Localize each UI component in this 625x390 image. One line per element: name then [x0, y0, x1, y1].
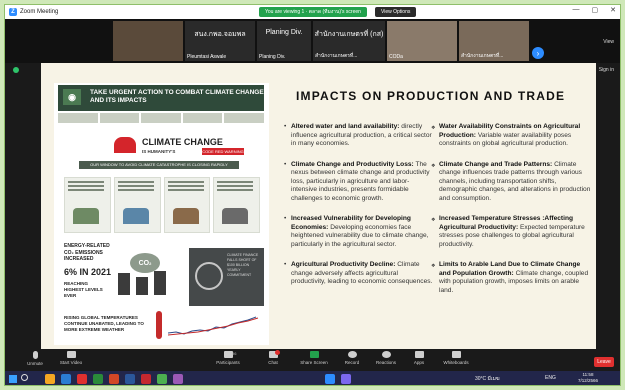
infographic-bars [58, 113, 264, 123]
apps-icon [414, 351, 424, 358]
next-page-arrow-icon[interactable]: › [532, 47, 544, 59]
rising-temperatures-text: RISING GLOBAL TEMPERATURES CONTINUE UNAB… [64, 315, 144, 332]
participant-tile[interactable]: Planing Div. Planing Div. [257, 21, 311, 61]
taskbar-app-icon[interactable] [77, 374, 87, 384]
sign-in-link[interactable]: Sign in [599, 67, 614, 73]
windows-taskbar: 30°C มีเมฆ ENG 11:58 7/12/2566 [5, 371, 620, 385]
participant-tile[interactable]: สำนักงานเกษตรที่... [459, 21, 529, 61]
taskbar-app-icon[interactable] [341, 374, 351, 384]
whiteboards-button[interactable]: Whiteboards [438, 351, 474, 365]
powerpoint-icon[interactable] [109, 374, 119, 384]
acrobat-icon[interactable] [141, 374, 151, 384]
list-item: Agricultural Productivity Decline: Clima… [283, 261, 433, 287]
file-explorer-icon[interactable] [45, 374, 55, 384]
apps-button[interactable]: Apps [401, 351, 437, 365]
participant-tile[interactable]: สนง.กพอ.จอมพล Pleumtasi Aswale [185, 21, 255, 61]
search-icon[interactable] [21, 374, 28, 381]
slide-heading: IMPACTS ON PRODUCTION AND TRADE [296, 89, 566, 103]
climate-finance-box: CLIMATE FINANCE FALLS SHORT OF $100 BILL… [189, 248, 264, 306]
word-icon[interactable] [125, 374, 135, 384]
sdg-infographic: ◉ TAKE URGENT ACTION TO COMBAT CLIMATE C… [54, 83, 269, 345]
infographic-header: ◉ TAKE URGENT ACTION TO COMBAT CLIMATE C… [58, 85, 264, 111]
emissions-text: ENERGY-RELATED CO₂ EMISSIONS INCREASED [64, 243, 110, 262]
emissions-percent: 6% IN 2021 [64, 267, 112, 277]
smiley-icon [381, 351, 391, 358]
windows-start-icon[interactable] [9, 375, 17, 383]
thermometer-icon [156, 311, 162, 339]
language-indicator[interactable]: ENG [545, 375, 556, 381]
whiteboard-icon [451, 351, 461, 358]
unread-badge [275, 350, 280, 355]
meeting-toolbar: Unmute Start Video 96 Participants Chat S… [5, 349, 620, 371]
window-closing-text: OUR WINDOW TO AVOID CLIMATE CATASTROPHE … [79, 161, 239, 169]
strip-view-button[interactable]: View [603, 39, 614, 45]
temperature-graph-icon [168, 316, 259, 336]
view-options-button[interactable]: View Options [375, 7, 417, 17]
left-impacts-list: Altered water and land availability: dir… [283, 123, 433, 299]
list-item: Climate Change and Trade Patterns: Clima… [431, 161, 591, 204]
leave-button[interactable]: Leave [594, 357, 614, 367]
share-screen-icon [309, 351, 319, 358]
record-button[interactable]: Record [334, 351, 370, 365]
climate-change-title: CLIMATE CHANGE [142, 137, 223, 147]
reactions-button[interactable]: Reactions [368, 351, 404, 365]
zoom-window: Z Zoom Meeting You are viewing 1 · ตลาด … [4, 4, 621, 386]
edge-browser-icon[interactable] [61, 374, 71, 384]
taskbar-app-icon[interactable] [173, 374, 183, 384]
list-item: Water Availability Constraints on Agricu… [431, 123, 591, 149]
list-item: Altered water and land availability: dir… [283, 123, 433, 149]
title-bar: Z Zoom Meeting You are viewing 1 · ตลาด … [5, 5, 620, 19]
participants-button[interactable]: 96 Participants [210, 351, 246, 365]
impact-boxes [64, 177, 260, 233]
code-red-badge: CODE RED WARNING [202, 148, 244, 155]
chat-button[interactable]: Chat [255, 350, 291, 365]
microphone-icon [32, 351, 38, 359]
minimize-button[interactable]: — [573, 6, 580, 14]
taskbar-clock[interactable]: 11:58 7/12/2566 [578, 372, 598, 384]
participant-tile[interactable] [113, 21, 183, 61]
close-button[interactable]: ✕ [610, 6, 616, 14]
alarm-icon [114, 137, 136, 153]
list-item: Climate Change and Productivity Loss: Th… [283, 161, 433, 204]
weather-text[interactable]: 30°C มีเมฆ [475, 375, 500, 383]
taskbar-app-icon[interactable] [157, 374, 167, 384]
zoom-logo-icon: Z [9, 8, 17, 16]
status-dot-icon [13, 67, 19, 73]
shared-screen: ◉ TAKE URGENT ACTION TO COMBAT CLIMATE C… [41, 63, 596, 349]
window-controls: — ▢ ✕ [573, 6, 617, 14]
unmute-button[interactable]: Unmute [17, 351, 53, 366]
coin-icon [195, 262, 223, 290]
participant-tile[interactable]: CODa [387, 21, 457, 61]
participant-tile[interactable]: สำนักงานเกษตรที่ (กส) สำนักงานเกษตรที่..… [313, 21, 385, 61]
share-screen-button[interactable]: Share Screen [296, 351, 332, 365]
video-camera-icon [66, 351, 76, 358]
eye-icon: ◉ [63, 89, 81, 105]
zoom-taskbar-icon[interactable] [325, 374, 335, 384]
participant-strip: สนง.กพอ.จอมพล Pleumtasi Aswale Planing D… [5, 19, 620, 63]
factory-co2-icon: CO 2 [112, 253, 178, 295]
start-video-button[interactable]: Start Video [53, 351, 89, 365]
window-title: Zoom Meeting [20, 9, 59, 15]
list-item: Increased Vulnerability for Developing E… [283, 215, 433, 249]
right-impacts-list: Water Availability Constraints on Agricu… [431, 123, 591, 307]
record-icon [347, 351, 357, 358]
maximize-button[interactable]: ▢ [592, 6, 599, 14]
highest-levels-text: REACHING HIGHEST LEVELS EVER [64, 281, 103, 298]
list-item: Limits to Arable Land Due to Climate Cha… [431, 261, 591, 295]
excel-icon[interactable] [93, 374, 103, 384]
list-item: Increased Temperature Stresses :Affectin… [431, 215, 591, 249]
viewing-banner: You are viewing 1 · ตลาด (ทีมงาน)'s scre… [259, 7, 367, 17]
humanity-text: IS HUMANITY'S [142, 149, 176, 154]
